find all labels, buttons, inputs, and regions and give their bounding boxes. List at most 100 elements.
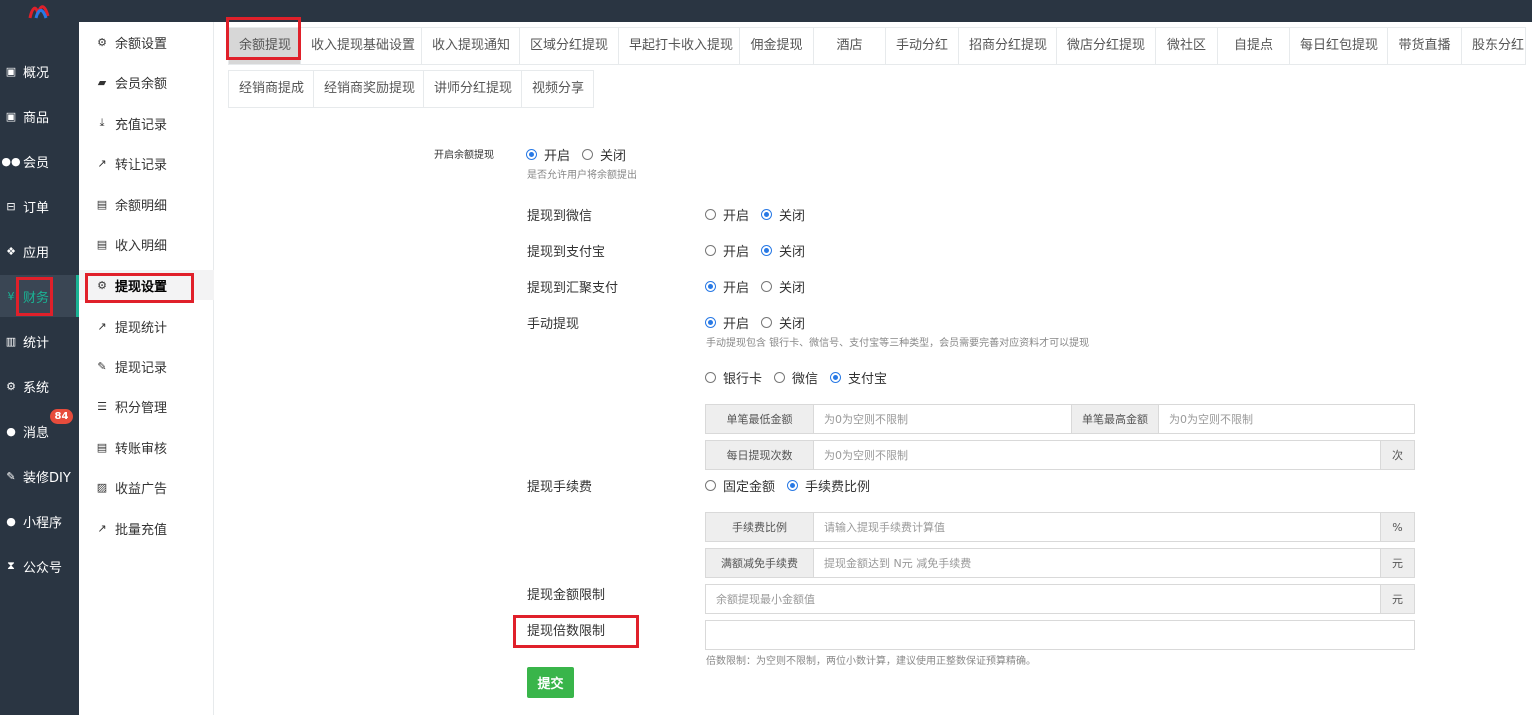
multiple-limit-group — [705, 620, 1415, 650]
tab-dealer-reward-withdraw[interactable]: 经销商奖励提现 — [314, 70, 424, 108]
type-bank-option[interactable]: 银行卡 — [705, 368, 762, 387]
fee-free-addon: 满额减免手续费 — [706, 549, 814, 577]
subnav-batch-recharge[interactable]: ↗ 批量充值 — [79, 513, 214, 543]
subnav-balance-details[interactable]: ▤ 余额明细 — [79, 189, 214, 219]
tab-balance-withdraw[interactable]: 余额提现 — [228, 27, 301, 65]
wechat-off-option[interactable]: 关闭 — [761, 205, 805, 224]
sidebar-item-orders[interactable]: ⊟ 订单 — [0, 185, 79, 227]
cogs-icon: ⚙ — [6, 379, 16, 393]
amount-limit-group: 元 — [705, 584, 1415, 614]
tab-daily-redpacket-withdraw[interactable]: 每日红包提现 — [1290, 27, 1388, 65]
sidebar-item-label: 概况 — [23, 65, 50, 81]
radio-unchecked-icon — [705, 245, 716, 256]
sidebar-item-finance[interactable]: ¥ 财务 — [0, 275, 79, 317]
subnav-withdraw-records[interactable]: ✎ 提现记录 — [79, 351, 214, 381]
tab-pickup-point[interactable]: 自提点 — [1218, 27, 1290, 65]
tab-income-withdraw-notice[interactable]: 收入提现通知 — [422, 27, 520, 65]
submit-button[interactable]: 提交 — [527, 667, 574, 698]
subnav-withdraw-settings[interactable]: ⚙ 提现设置 — [79, 270, 214, 300]
daily-times-unit: 次 — [1380, 441, 1414, 469]
download-icon: ⤓ — [99, 116, 105, 129]
daily-times-input[interactable] — [814, 441, 1380, 469]
subnav-recharge-records[interactable]: ⤓ 充值记录 — [79, 108, 214, 138]
tab-merchant-dividend-withdraw[interactable]: 招商分红提现 — [959, 27, 1057, 65]
fee-ratio-option[interactable]: 手续费比例 — [787, 476, 870, 495]
tab-shareholder-dividend[interactable]: 股东分红 — [1462, 27, 1526, 65]
subnav-label: 转让记录 — [115, 157, 168, 173]
subnav-income-details[interactable]: ▤ 收入明细 — [79, 229, 214, 259]
daily-times-addon: 每日提现次数 — [706, 441, 814, 469]
sidebar-item-official-account[interactable]: ⧗ 公众号 — [0, 545, 79, 587]
withdraw-fee-radio: 固定金额 手续费比例 — [705, 476, 882, 495]
line-chart-icon: ↗ — [97, 521, 107, 535]
type-wechat-option[interactable]: 微信 — [774, 368, 818, 387]
subnav-transfer-records[interactable]: ↗ 转让记录 — [79, 148, 214, 178]
sidebar-item-diy[interactable]: ✎ 装修DIY — [0, 455, 79, 497]
tab-dealer-commission[interactable]: 经销商提成 — [228, 70, 314, 108]
enable-balance-on-option[interactable]: 开启 — [526, 145, 570, 164]
wechat-on-option[interactable]: 开启 — [705, 205, 749, 224]
tab-microstore-dividend-withdraw[interactable]: 微店分红提现 — [1057, 27, 1156, 65]
manual-off-option[interactable]: 关闭 — [761, 313, 805, 332]
alipay-off-option[interactable]: 关闭 — [761, 241, 805, 260]
fee-ratio-addon: 手续费比例 — [706, 513, 814, 541]
subnav-label: 提现统计 — [115, 320, 168, 336]
subnav-label: 余额明细 — [115, 198, 168, 214]
brand-logo — [28, 5, 50, 19]
amount-limit-input[interactable] — [706, 585, 1380, 613]
hourglass-icon: ⧗ — [7, 559, 15, 572]
withdraw-to-wechat-label: 提现到微信 — [527, 209, 593, 224]
tab-commission-withdraw[interactable]: 佣金提现 — [740, 27, 814, 65]
comment-icon: ● — [6, 424, 16, 438]
sidebar-item-members[interactable]: ●● 会员 — [0, 140, 79, 182]
subnav-label: 余额设置 — [115, 36, 168, 52]
enable-balance-off-option[interactable]: 关闭 — [582, 145, 626, 164]
max-amount-input[interactable] — [1159, 405, 1414, 433]
sidebar-item-stats[interactable]: ▥ 统计 — [0, 320, 79, 362]
sidebar-item-goods[interactable]: ▣ 商品 — [0, 95, 79, 137]
sidebar-item-system[interactable]: ⚙ 系统 — [0, 365, 79, 407]
sidebar-item-miniprogram[interactable]: ● 小程序 — [0, 500, 79, 542]
subnav-balance-settings[interactable]: ⚙ 余额设置 — [79, 27, 214, 57]
subnav-withdraw-stats[interactable]: ↗ 提现统计 — [79, 311, 214, 341]
option-label: 开启 — [723, 209, 750, 224]
huiju-on-option[interactable]: 开启 — [705, 277, 749, 296]
sidebar-item-label: 订单 — [23, 200, 50, 216]
type-alipay-option[interactable]: 支付宝 — [830, 368, 887, 387]
daily-times-group: 每日提现次数 次 — [705, 440, 1415, 470]
subnav-label: 转账审核 — [115, 441, 168, 457]
multiple-limit-input[interactable] — [706, 621, 1414, 649]
tab-video-share[interactable]: 视频分享 — [522, 70, 594, 108]
sidebar-item-apps[interactable]: ❖ 应用 — [0, 230, 79, 272]
alipay-on-option[interactable]: 开启 — [705, 241, 749, 260]
option-label: 开启 — [544, 149, 571, 164]
sidebar-item-overview[interactable]: ▣ 概况 — [0, 50, 79, 92]
subnav-label: 积分管理 — [115, 400, 168, 416]
tab-micro-community[interactable]: 微社区 — [1156, 27, 1218, 65]
tab-region-dividend-withdraw[interactable]: 区域分红提现 — [520, 27, 619, 65]
tab-manual-dividend[interactable]: 手动分红 — [886, 27, 959, 65]
subnav-transfer-review[interactable]: ▤ 转账审核 — [79, 432, 214, 462]
subnav-revenue-ads[interactable]: ▨ 收益广告 — [79, 472, 214, 502]
manual-on-option[interactable]: 开启 — [705, 313, 749, 332]
tab-morning-checkin-withdraw[interactable]: 早起打卡收入提现 — [619, 27, 740, 65]
subnav-member-balance[interactable]: ▰ 会员余额 — [79, 67, 214, 97]
yen-icon: ¥ — [7, 289, 15, 303]
option-label: 关闭 — [779, 245, 806, 260]
tab-income-withdraw-basic[interactable]: 收入提现基础设置 — [301, 27, 422, 65]
option-label: 微信 — [792, 372, 819, 387]
subnav-points-management[interactable]: ☰ 积分管理 — [79, 391, 214, 421]
fee-free-input[interactable] — [814, 549, 1380, 577]
tab-hotel[interactable]: 酒店 — [814, 27, 886, 65]
users-icon: ●● — [1, 154, 21, 168]
fee-free-group: 满额减免手续费 元 — [705, 548, 1415, 578]
tab-live-selling[interactable]: 带货直播 — [1388, 27, 1462, 65]
subnav-label: 会员余额 — [115, 76, 168, 92]
tab-bar-row-1: 余额提现 收入提现基础设置 收入提现通知 区域分红提现 早起打卡收入提现 佣金提… — [228, 27, 1526, 65]
min-amount-input[interactable] — [814, 405, 1071, 433]
tab-lecturer-dividend-withdraw[interactable]: 讲师分红提现 — [424, 70, 522, 108]
fee-fixed-option[interactable]: 固定金额 — [705, 476, 775, 495]
fee-ratio-input[interactable] — [814, 513, 1380, 541]
huiju-off-option[interactable]: 关闭 — [761, 277, 805, 296]
subnav-label: 充值记录 — [115, 117, 168, 133]
